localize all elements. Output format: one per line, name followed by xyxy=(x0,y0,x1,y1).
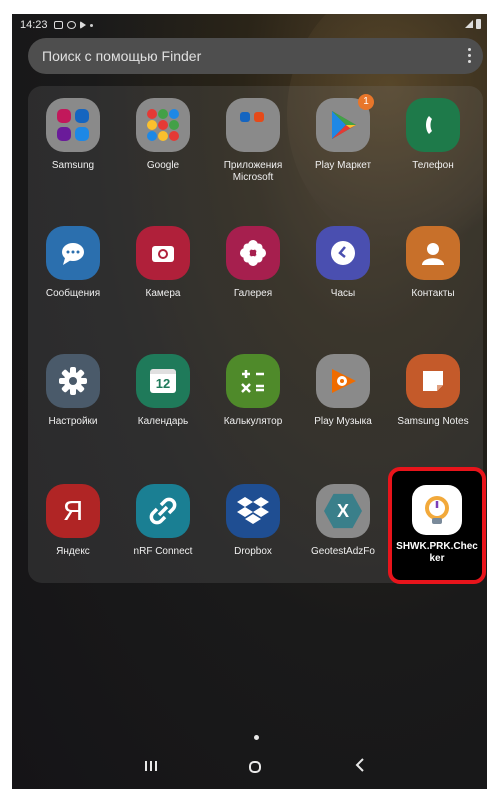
app-label: Галерея xyxy=(233,288,273,299)
clock-icon xyxy=(316,226,370,280)
music-icon xyxy=(316,354,370,408)
app-label: Dropbox xyxy=(234,546,272,557)
app-calendar[interactable]: 12 Календарь xyxy=(118,354,208,428)
app-yandex[interactable]: Я Яндекс xyxy=(28,484,118,558)
yandex-icon: Я xyxy=(46,484,100,538)
app-label: GeotestAdzFo xyxy=(311,546,375,557)
calendar-date: 12 xyxy=(155,376,171,391)
notes-icon xyxy=(406,354,460,408)
app-label: Samsung xyxy=(51,160,95,171)
app-phone[interactable]: Телефон xyxy=(388,98,478,172)
phone-icon xyxy=(406,98,460,152)
camera-icon xyxy=(136,226,190,280)
navigation-bar xyxy=(12,749,487,789)
calculator-icon xyxy=(226,354,280,408)
app-clock[interactable]: Часы xyxy=(298,226,388,300)
app-nrf-connect[interactable]: nRF Connect xyxy=(118,484,208,558)
calendar-icon: 12 xyxy=(136,354,190,408)
app-label: Play Музыка xyxy=(314,416,372,427)
dropbox-icon xyxy=(226,484,280,538)
signal-icon xyxy=(465,20,473,28)
folder-icon xyxy=(226,98,280,152)
app-label: nRF Connect xyxy=(133,546,193,557)
search-placeholder: Поиск с помощью Finder xyxy=(42,48,202,64)
app-samsung-notes[interactable]: Samsung Notes xyxy=(388,354,478,428)
folder-icon xyxy=(136,98,190,152)
app-label: Контакты xyxy=(411,288,455,299)
link-icon xyxy=(136,484,190,538)
recent-apps-button[interactable] xyxy=(145,761,157,771)
gallery-notification-icon xyxy=(53,21,63,29)
notification-badge: 1 xyxy=(358,94,374,110)
status-time: 14:23 xyxy=(20,19,48,31)
settings-notification-icon xyxy=(66,21,76,29)
gear-icon xyxy=(46,354,100,408)
folder-icon xyxy=(46,98,100,152)
geotest-glyph: X xyxy=(336,500,349,521)
app-shwk-prk-checker[interactable]: SHWK.PRK.Checker xyxy=(388,467,486,584)
app-calculator[interactable]: Калькулятор xyxy=(208,354,298,428)
app-label: Калькулятор xyxy=(223,416,283,427)
app-play-music[interactable]: Play Музыка xyxy=(298,354,388,428)
app-play-market[interactable]: 1 Play Маркет xyxy=(298,94,388,172)
contact-icon xyxy=(406,226,460,280)
app-label: Google xyxy=(146,160,180,171)
app-label: Календарь xyxy=(137,416,189,427)
app-gallery[interactable]: Галерея xyxy=(208,226,298,300)
app-label: Сообщения xyxy=(45,288,101,299)
app-microsoft[interactable]: Приложения Microsoft xyxy=(208,98,298,184)
app-label: Play Маркет xyxy=(314,160,372,171)
app-label: Приложения Microsoft xyxy=(223,160,283,183)
app-label: Яндекс xyxy=(56,546,90,557)
app-label: Samsung Notes xyxy=(397,416,469,427)
app-geotest[interactable]: X GeotestAdzFo xyxy=(298,484,388,558)
app-label: Часы xyxy=(330,288,356,299)
app-label: Телефон xyxy=(412,160,454,171)
app-samsung[interactable]: Samsung xyxy=(28,98,118,172)
app-messages[interactable]: Сообщения xyxy=(28,226,118,300)
back-button[interactable] xyxy=(355,756,365,777)
page-indicator xyxy=(254,735,259,740)
status-bar: 14:23 xyxy=(12,14,487,36)
app-contacts[interactable]: Контакты xyxy=(388,226,478,300)
battery-icon xyxy=(476,19,481,29)
finder-search-bar[interactable]: Поиск с помощью Finder xyxy=(28,38,483,74)
phone-screen: 14:23 Поиск с помощью Finder Samsung Goo… xyxy=(12,14,487,789)
geotest-icon: X xyxy=(316,484,370,538)
play-store-icon: 1 xyxy=(316,94,374,152)
app-camera[interactable]: Камера xyxy=(118,226,208,300)
app-google[interactable]: Google xyxy=(118,98,208,172)
app-label: Настройки xyxy=(48,416,98,427)
message-icon xyxy=(46,226,100,280)
more-notifications-icon xyxy=(89,23,93,27)
gauge-icon xyxy=(412,485,462,535)
more-options-icon[interactable] xyxy=(468,48,471,63)
app-settings[interactable]: Настройки xyxy=(28,354,118,428)
app-label: SHWK.PRK.Checker xyxy=(396,541,478,564)
app-label: Камера xyxy=(145,288,181,299)
yandex-glyph: Я xyxy=(62,495,84,526)
home-button[interactable] xyxy=(249,761,261,773)
play-notification-icon xyxy=(79,21,86,29)
flower-icon xyxy=(226,226,280,280)
app-dropbox[interactable]: Dropbox xyxy=(208,484,298,558)
